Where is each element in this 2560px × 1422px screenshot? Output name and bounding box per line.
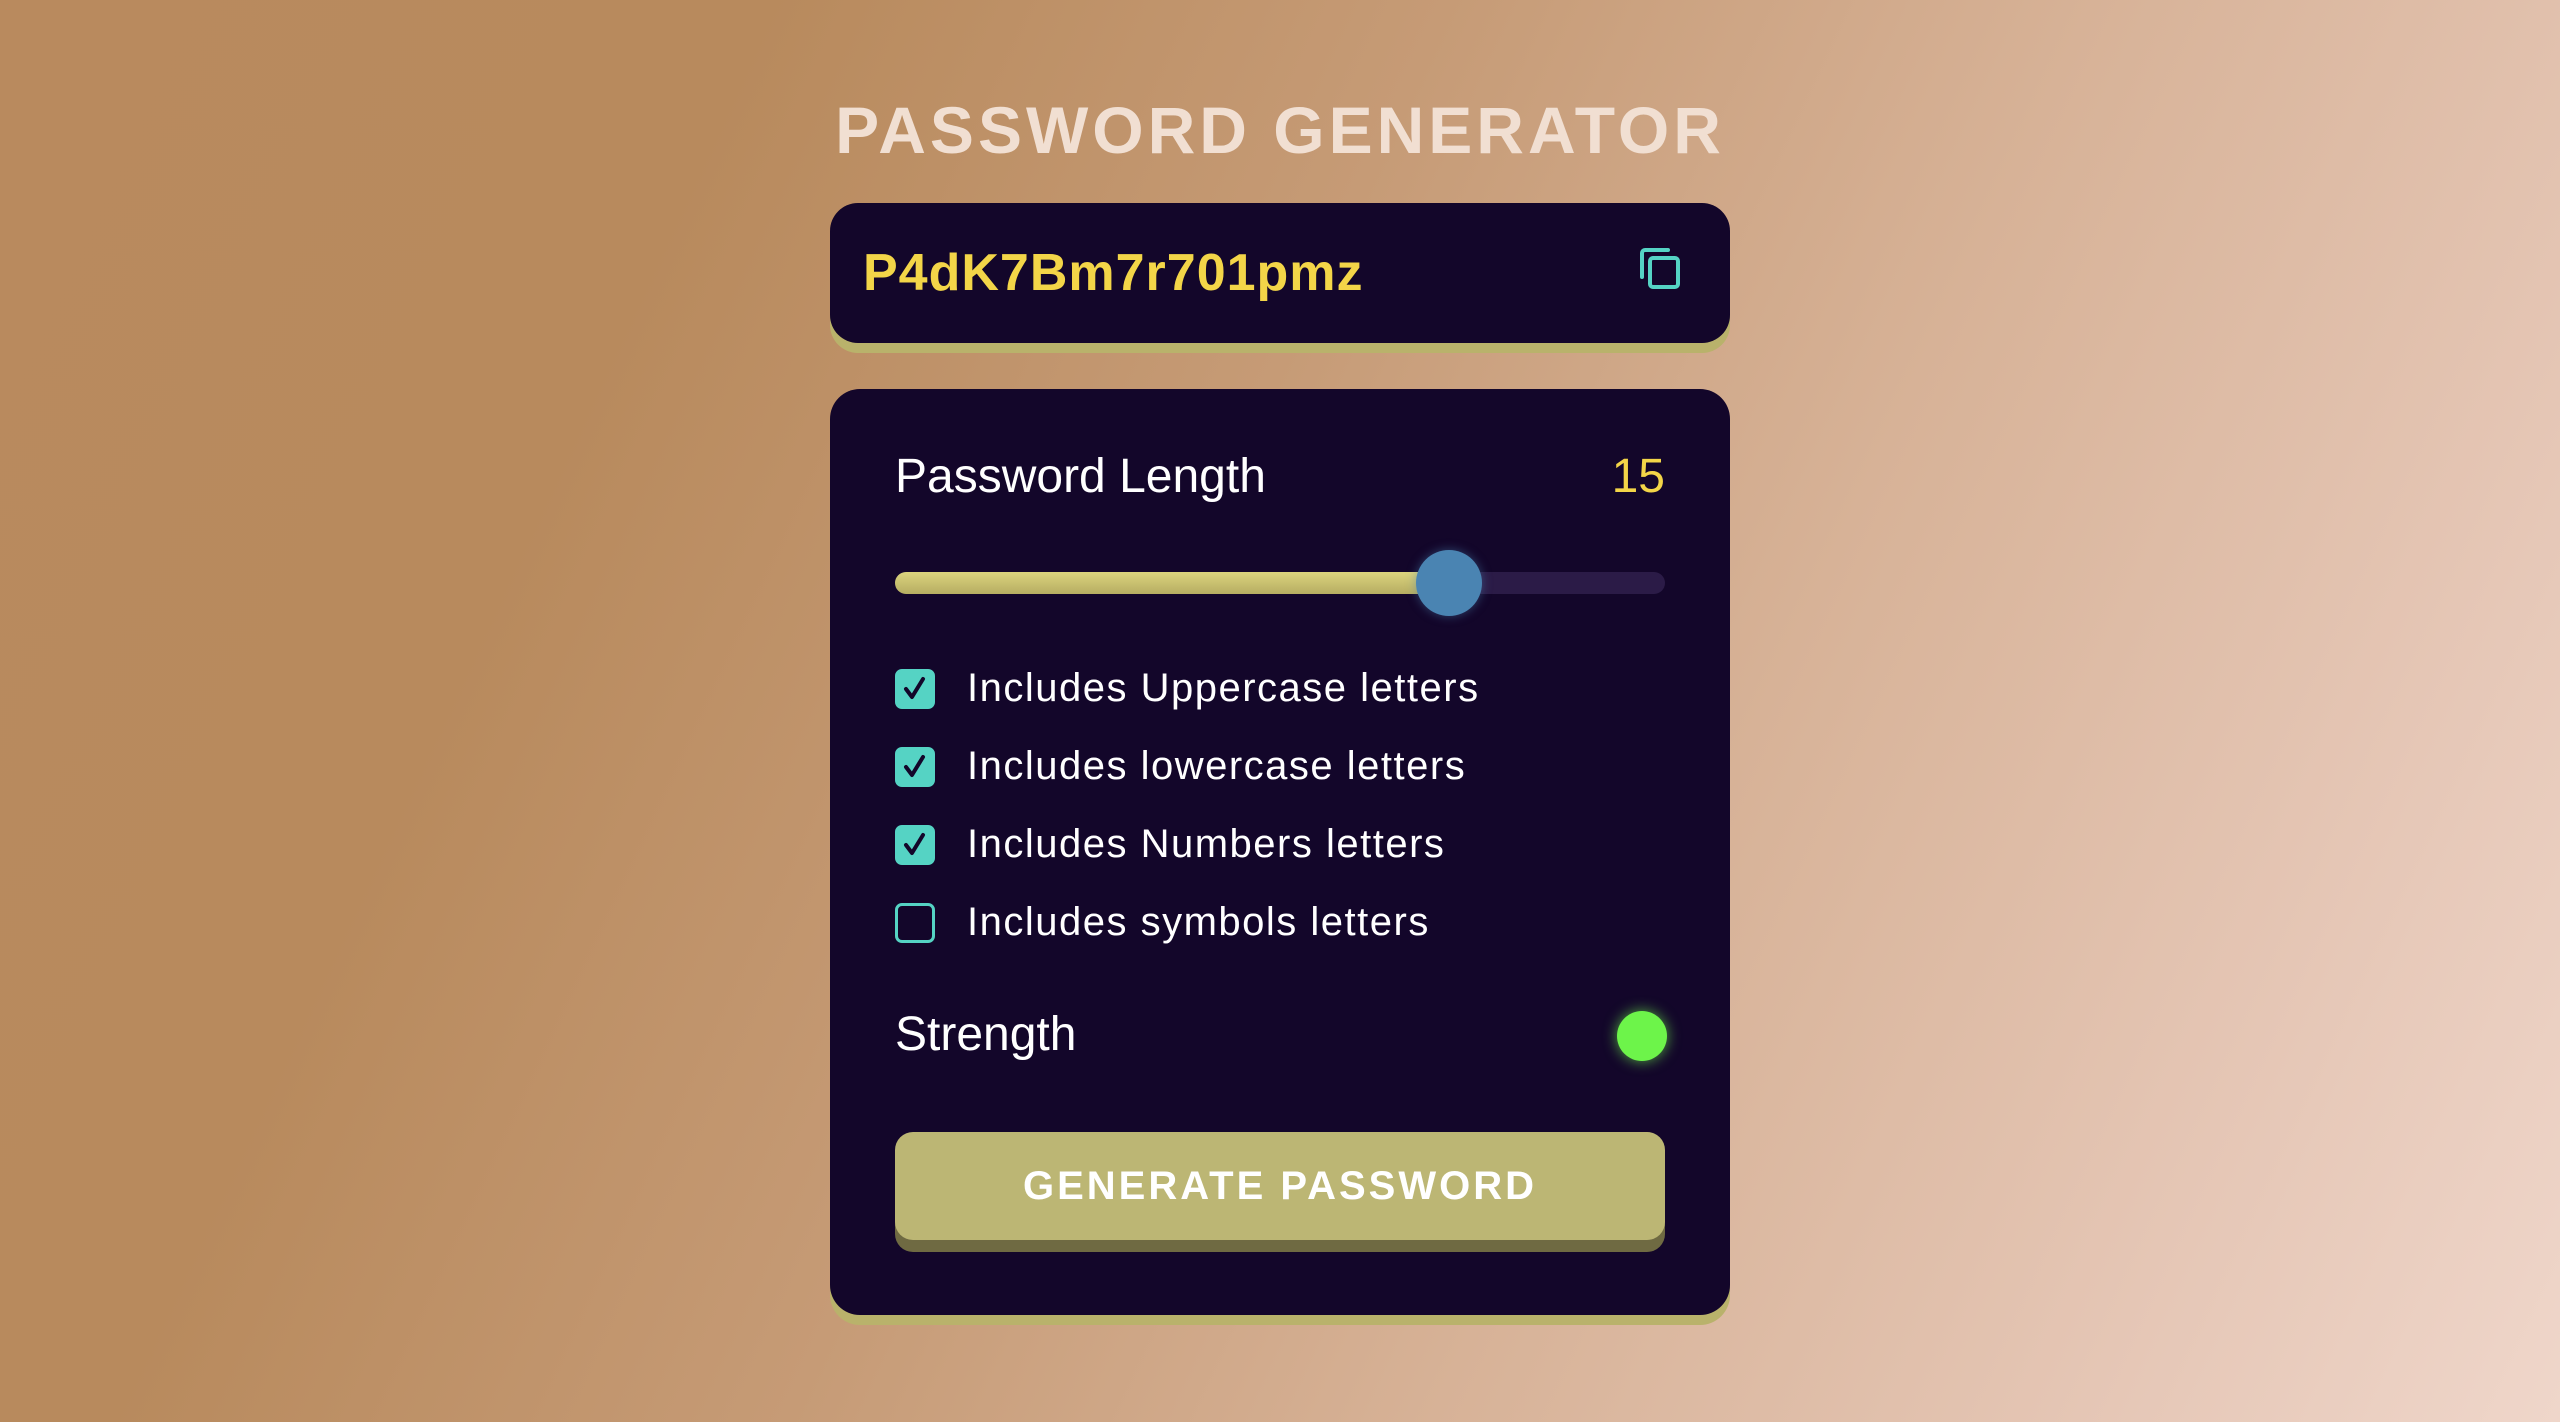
option-label: Includes lowercase letters [967, 744, 1467, 788]
numbers-checkbox[interactable] [895, 825, 935, 865]
length-slider[interactable] [895, 550, 1665, 616]
copy-icon [1640, 248, 1680, 289]
page-title: PASSWORD GENERATOR [835, 93, 1725, 167]
settings-card: Password Length 15 Includes Uppercase le… [830, 389, 1730, 1315]
option-label: Includes symbols letters [967, 900, 1430, 944]
copy-button[interactable] [1638, 247, 1682, 291]
checkmark-icon [904, 677, 925, 699]
option-label: Includes Uppercase letters [967, 666, 1480, 710]
generate-password-button[interactable]: GENERATE PASSWORD [895, 1132, 1665, 1240]
option-numbers[interactable]: Includes Numbers letters [895, 813, 1665, 891]
password-display: P4dK7Bm7r701pmz [830, 203, 1730, 343]
options-list: Includes Uppercase letters Includes lowe… [895, 657, 1665, 969]
checkmark-icon [904, 755, 925, 777]
length-label: Password Length [895, 450, 1266, 503]
lowercase-checkbox[interactable] [895, 747, 935, 787]
length-value: 15 [1611, 450, 1665, 503]
option-symbols[interactable]: Includes symbols letters [895, 891, 1665, 969]
uppercase-checkbox[interactable] [895, 669, 935, 709]
strength-label: Strength [895, 1008, 1077, 1061]
option-label: Includes Numbers letters [967, 822, 1446, 866]
option-uppercase[interactable]: Includes Uppercase letters [895, 657, 1665, 735]
password-value: P4dK7Bm7r701pmz [863, 244, 1364, 302]
option-lowercase[interactable]: Includes lowercase letters [895, 735, 1665, 813]
slider-fill [895, 572, 1450, 594]
checkmark-icon [904, 833, 925, 855]
symbols-checkbox[interactable] [895, 903, 935, 943]
strength-indicator [1617, 1011, 1667, 1061]
slider-thumb[interactable] [1416, 550, 1483, 616]
